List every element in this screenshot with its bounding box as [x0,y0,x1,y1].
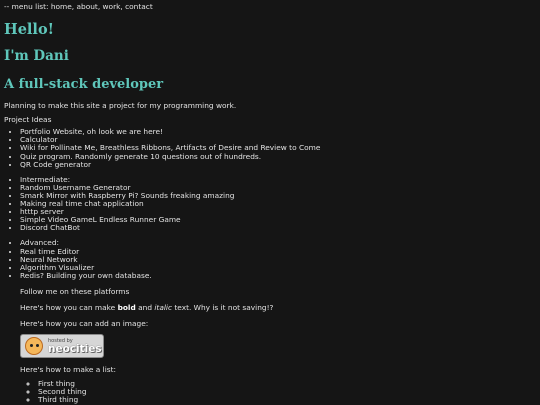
rich-text-middle: and [135,302,155,312]
list-item: Neural Network [20,255,536,264]
neocities-brand-label: neocities [48,343,102,356]
menu-list-text: -- menu list: home, about, work, contact [4,2,153,11]
italic-example: italic [154,302,173,312]
list-item: Third thing [38,396,536,404]
project-ideas-label: Project Ideas [4,115,52,125]
list-item: Making real time chat application [20,199,536,208]
list-intro-text: Here's how to make a list: [20,365,116,375]
list-item: Discord ChatBot [20,224,536,232]
heading-hello: Hello! [4,21,54,39]
nested-section: Follow me on these platforms Here's how … [20,286,536,405]
example-list: First thing Second thing Third thing [20,380,536,404]
intermediate-project-list: Intermediate: Random Username Generator … [4,175,536,233]
list-item: QR Code generator [20,160,536,169]
neocities-badge-image[interactable]: hosted by neocities [20,334,104,359]
heading-name: I'm Dani [4,48,69,65]
planning-paragraph: Planning to make this site a project for… [4,101,237,111]
neocities-cat-icon [25,337,43,356]
bold-example: bold [117,302,136,312]
list-item: First thing [38,380,536,388]
image-intro-text: Here's how you can add an image: [20,319,149,329]
advanced-project-list: Advanced: Real time Editor Neural Networ… [4,239,536,280]
rich-text-before: Here's how you can make [20,302,118,312]
formatting-example: Here's how you can make bold and italic … [20,302,536,312]
list-item: Quiz program. Randomly generate 10 quest… [20,152,536,161]
heading-role: A full-stack developer [4,77,164,93]
list-item: Real time Editor [20,247,536,256]
page-content: -- menu list: home, about, work, contact… [4,2,536,405]
list-item: Advanced: [20,239,536,247]
list-item: Second thing [38,388,536,396]
rich-text-after: text. Why is it not saving!? [172,302,274,312]
beginner-project-list: Portfolio Website, oh look we are here! … [4,128,536,169]
follow-text: Follow me on these platforms [20,286,130,296]
list-item: Simple Video GameL Endless Runner Game [20,216,536,224]
list-item: Redis? Building your own database. [20,271,536,280]
list-item: Portfolio Website, oh look we are here! [20,128,536,136]
